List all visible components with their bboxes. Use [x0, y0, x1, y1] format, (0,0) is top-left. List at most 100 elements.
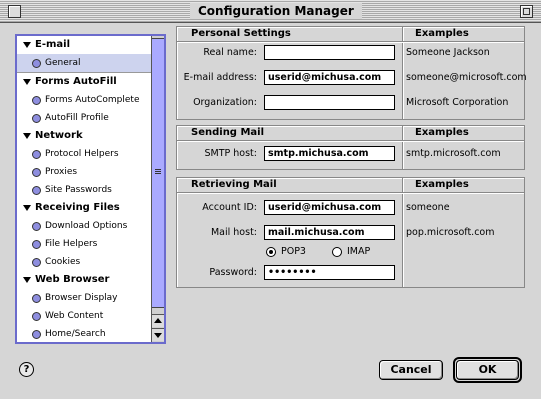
sidebar-item-label: Cookies — [45, 257, 81, 267]
sidebar-item-label: Proxies — [45, 167, 78, 177]
sidebar-item-label: Browser Display — [45, 293, 118, 303]
sidebar-item-label: General — [45, 58, 81, 68]
examples-title: Examples — [415, 127, 469, 138]
category-list: E-mail General Forms AutoFill Forms Auto… — [17, 36, 151, 342]
organization-example: Microsoft Corporation — [406, 97, 509, 108]
panel-divider — [402, 178, 403, 287]
section-title: Retrieving Mail — [191, 179, 277, 190]
panel-divider — [177, 41, 524, 42]
group-email[interactable]: E-mail — [17, 36, 151, 54]
disclosure-triangle-icon[interactable] — [23, 205, 31, 211]
group-web-browser[interactable]: Web Browser — [17, 271, 151, 289]
cancel-button[interactable]: Cancel — [379, 360, 443, 380]
sidebar-item-browser-display[interactable]: Browser Display — [17, 289, 151, 307]
sidebar-item-proxies[interactable]: Proxies — [17, 163, 151, 181]
bullet-icon — [32, 240, 41, 249]
group-receiving-files[interactable]: Receiving Files — [17, 199, 151, 217]
sidebar-item-label: Forms AutoComplete — [45, 95, 140, 105]
bullet-icon — [32, 59, 41, 68]
sidebar-item-autofill-profile[interactable]: AutoFill Profile — [17, 109, 151, 127]
sidebar-item-label: File Helpers — [45, 239, 98, 249]
group-forms-autofill[interactable]: Forms AutoFill — [17, 73, 151, 91]
sidebar-item-label: Download Options — [45, 221, 128, 231]
sidebar-item-file-helpers[interactable]: File Helpers — [17, 235, 151, 253]
sidebar-item-general[interactable]: General — [17, 54, 151, 72]
panel-divider — [177, 192, 524, 193]
bullet-icon — [32, 294, 41, 303]
panel-divider — [402, 126, 403, 169]
bullet-icon — [32, 312, 41, 321]
disclosure-triangle-icon[interactable] — [23, 277, 31, 283]
bullet-icon — [32, 186, 41, 195]
section-title: Sending Mail — [191, 127, 265, 138]
pop3-radio[interactable] — [266, 247, 276, 257]
sidebar-item-label: Web Content — [45, 311, 104, 321]
section-title: Personal Settings — [191, 28, 291, 39]
imap-label: IMAP — [347, 246, 371, 257]
sidebar-item-web-content[interactable]: Web Content — [17, 307, 151, 325]
bullet-icon — [32, 150, 41, 159]
group-label: Web Browser — [35, 274, 110, 285]
email-address-label: E-mail address: — [183, 72, 257, 83]
sidebar-item-cookies[interactable]: Cookies — [17, 253, 151, 271]
group-network[interactable]: Network — [17, 127, 151, 145]
account-id-field[interactable]: userid@michusa.com — [264, 200, 395, 215]
retrieving-mail-panel: Retrieving Mail Examples Account ID: use… — [176, 177, 525, 288]
ok-button[interactable]: OK — [456, 360, 519, 380]
disclosure-triangle-icon[interactable] — [23, 79, 31, 85]
mail-host-field[interactable]: mail.michusa.com — [264, 225, 395, 240]
examples-title: Examples — [415, 179, 469, 190]
bullet-icon — [32, 222, 41, 231]
sidebar-item-protocol-helpers[interactable]: Protocol Helpers — [17, 145, 151, 163]
real-name-field[interactable] — [264, 45, 395, 60]
title-bar[interactable]: Configuration Manager — [0, 0, 541, 23]
disclosure-triangle-icon[interactable] — [23, 133, 31, 139]
disclosure-triangle-icon[interactable] — [23, 42, 31, 48]
sidebar-item-label: AutoFill Profile — [45, 113, 109, 123]
sidebar-item-label: Protocol Helpers — [45, 149, 119, 159]
password-field[interactable]: •••••••• — [264, 265, 395, 280]
group-label: Network — [35, 130, 83, 141]
bullet-icon — [32, 114, 41, 123]
smtp-example: smtp.microsoft.com — [406, 148, 501, 159]
email-example: someone@microsoft.com — [406, 72, 527, 83]
sending-mail-panel: Sending Mail Examples SMTP host: smtp.mi… — [176, 125, 525, 170]
smtp-host-label: SMTP host: — [204, 148, 258, 159]
group-label: E-mail — [35, 39, 71, 50]
grip-icon — [155, 169, 161, 175]
group-label: Forms AutoFill — [35, 76, 117, 87]
sidebar-item-label: Site Passwords — [45, 185, 112, 195]
bullet-icon — [32, 330, 41, 339]
sidebar-item-download-options[interactable]: Download Options — [17, 217, 151, 235]
zoom-box-icon[interactable] — [520, 5, 533, 18]
sidebar-item-label: Home/Search — [45, 329, 106, 339]
real-name-label: Real name: — [203, 47, 257, 58]
window-title: Configuration Manager — [190, 3, 362, 19]
mail-host-label: Mail host: — [210, 227, 257, 238]
group-label: Receiving Files — [35, 202, 120, 213]
scroll-thumb[interactable] — [152, 38, 164, 308]
email-address-field[interactable]: userid@michusa.com — [264, 70, 395, 85]
sidebar-item-forms-autocomplete[interactable]: Forms AutoComplete — [17, 91, 151, 109]
password-label: Password: — [209, 267, 257, 278]
sidebar-item-site-passwords[interactable]: Site Passwords — [17, 181, 151, 199]
pop3-label: POP3 — [281, 246, 306, 257]
bullet-icon — [32, 168, 41, 177]
mail-host-example: pop.microsoft.com — [406, 227, 495, 238]
account-example: someone — [406, 202, 450, 213]
bullet-icon — [32, 96, 41, 105]
close-box-icon[interactable] — [8, 5, 21, 18]
scroll-down-arrow-icon[interactable] — [152, 328, 164, 341]
category-sidebar: E-mail General Forms AutoFill Forms Auto… — [15, 34, 166, 344]
sidebar-scrollbar[interactable] — [151, 36, 164, 342]
smtp-host-field[interactable]: smtp.michusa.com — [264, 146, 395, 161]
account-id-label: Account ID: — [202, 202, 257, 213]
sidebar-item-home-search[interactable]: Home/Search — [17, 325, 151, 342]
personal-settings-panel: Personal Settings Examples Real name: So… — [176, 26, 527, 120]
scroll-up-arrow-icon[interactable] — [152, 314, 164, 327]
organization-field[interactable] — [264, 95, 395, 110]
imap-radio[interactable] — [332, 247, 342, 257]
examples-title: Examples — [415, 28, 469, 39]
panel-divider — [177, 140, 524, 141]
help-button[interactable]: ? — [19, 362, 34, 377]
